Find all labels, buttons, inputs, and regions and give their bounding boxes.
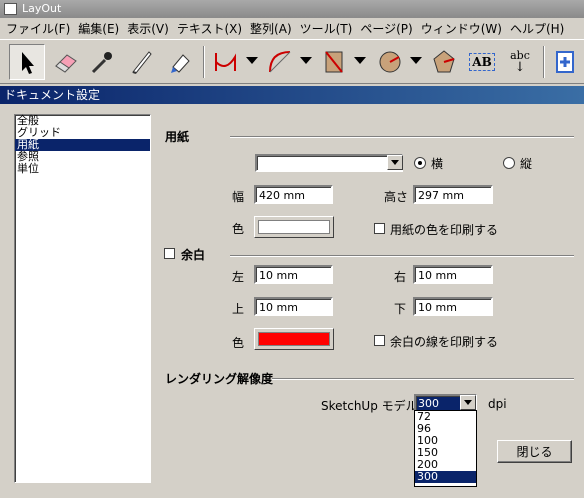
app-title-bar: LayOut [0,0,584,18]
polygon-tool-icon[interactable] [426,44,462,80]
orientation-portrait-radio[interactable] [503,157,515,169]
toolbar-separator [203,46,205,78]
margin-right-field[interactable]: 10 mm [413,265,493,284]
menu-arrange[interactable]: 整列(A) [246,20,296,37]
dpi-unit-label: dpi [488,397,507,411]
line-tool-icon[interactable] [208,44,244,80]
paper-color-fill [258,220,330,234]
category-units[interactable]: 単位 [15,163,150,175]
style-bucket-icon[interactable] [162,44,198,80]
menu-help[interactable]: ヘルプ(H) [506,20,568,37]
orientation-landscape-label: 横 [431,157,444,171]
paper-heading: 用紙 [165,130,190,144]
sketchup-model-label: SketchUp モデル [321,399,418,413]
select-arrow-icon[interactable] [9,44,45,80]
height-label: 高さ [384,190,409,204]
margin-color-fill [258,332,330,346]
paper-color-label: 色 [232,222,245,236]
paper-divider [230,136,574,138]
margin-top-label: 上 [232,302,245,316]
menu-file[interactable]: ファイル(F) [2,20,74,37]
dialog-title-bar: ドキュメント設定 [0,86,584,104]
text-tool-label: AB [469,53,495,71]
label-tool-icon[interactable]: abc ↓ [502,44,538,80]
height-field[interactable]: 297 mm [413,185,493,204]
dpi-dropdown-list[interactable]: 72 96 100 150 200 300 [414,410,477,487]
print-paper-color-checkbox[interactable] [374,223,385,234]
circle-tool-dropdown[interactable] [410,57,422,64]
menu-window[interactable]: ウィンドウ(W) [417,20,506,37]
margin-right-label: 右 [394,270,407,284]
toolbar: AB abc ↓ [0,40,584,84]
toolbar-separator [543,46,545,78]
margin-left-field[interactable]: 10 mm [254,265,333,284]
rectangle-tool-dropdown[interactable] [354,57,366,64]
margin-top-field[interactable]: 10 mm [254,297,333,316]
dpi-dropdown-arrow[interactable] [460,395,476,410]
dpi-select-value: 300 [418,397,439,410]
close-button[interactable]: 閉じる [497,440,572,463]
menu-tools[interactable]: ツール(T) [296,20,357,37]
menu-bar: ファイル(F) 編集(E) 表示(V) テキスト(X) 整列(A) ツール(T)… [0,18,584,40]
orientation-landscape-radio[interactable] [414,157,426,169]
scissors-knife-icon[interactable] [124,44,160,80]
margin-bottom-label: 下 [394,302,407,316]
margin-checkbox[interactable] [164,248,175,259]
rectangle-tool-icon[interactable] [316,44,352,80]
paper-size-dropdown-arrow[interactable] [387,155,403,170]
width-field[interactable]: 420 mm [254,185,333,204]
arc-tool-dropdown[interactable] [300,57,312,64]
rendering-divider [272,378,574,380]
print-paper-color-label: 用紙の色を印刷する [390,223,499,237]
margin-color-label: 色 [232,336,245,350]
eyedropper-icon[interactable] [84,44,120,80]
dialog-title: ドキュメント設定 [4,88,101,102]
menu-view[interactable]: 表示(V) [123,20,173,37]
margin-bottom-field[interactable]: 10 mm [413,297,493,316]
add-page-icon[interactable] [547,44,583,80]
print-margin-lines-checkbox[interactable] [374,335,385,346]
print-margin-lines-label: 余白の線を印刷する [390,335,499,349]
menu-edit[interactable]: 編集(E) [74,20,123,37]
eraser-icon[interactable] [48,44,84,80]
menu-pages[interactable]: ページ(P) [356,20,416,37]
dpi-option-selected[interactable]: 300 [415,471,476,483]
paper-size-select[interactable] [255,154,403,172]
margin-heading: 余白 [181,248,206,262]
menu-text[interactable]: テキスト(X) [173,20,246,37]
circle-tool-icon[interactable] [372,44,408,80]
margin-left-label: 左 [232,270,245,284]
line-tool-dropdown[interactable] [246,57,258,64]
rendering-heading: レンダリング解像度 [165,372,274,386]
text-tool-icon[interactable]: AB [464,44,500,80]
app-icon [4,3,17,15]
category-list[interactable]: 全般 グリッド 用紙 参照 単位 [14,114,151,483]
paper-color-swatch[interactable] [254,216,334,238]
margin-color-swatch[interactable] [254,328,334,350]
app-title: LayOut [22,2,62,15]
arc-tool-icon[interactable] [262,44,298,80]
margin-divider [230,255,574,257]
orientation-portrait-label: 縦 [520,157,533,171]
width-label: 幅 [232,190,245,204]
